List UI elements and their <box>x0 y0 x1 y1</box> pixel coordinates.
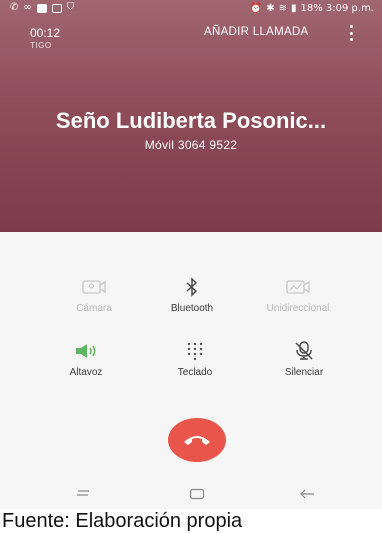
call-header: ✆ ∞ ⛉ ⏰ ✱ ≋ ▮ 18% 3:09 p.m. 00:12 TIGO A… <box>0 0 382 232</box>
recent-apps-button[interactable] <box>68 483 98 505</box>
hang-up-icon <box>184 436 210 445</box>
speaker-label: Altavoz <box>69 367 103 378</box>
camera-icon <box>80 276 108 298</box>
phone-screen: ✆ ∞ ⛉ ⏰ ✱ ≋ ▮ 18% 3:09 p.m. 00:12 TIGO A… <box>0 0 382 509</box>
contact-name: Seño Ludiberta Posonic... <box>55 108 327 133</box>
add-call-button[interactable]: AÑADIR LLAMADA <box>204 26 309 38</box>
one-way-video-button[interactable]: Unidireccional <box>248 276 348 326</box>
video-status-icon <box>36 3 47 13</box>
phone-status-icon: ✆ <box>10 2 19 13</box>
one-way-video-label: Unidireccional <box>266 303 330 314</box>
call-timer: 00:12 <box>30 26 61 40</box>
bluetooth-status-icon: ✱ <box>266 2 275 14</box>
navigation-bar <box>0 481 382 509</box>
figure-caption: Fuente: Elaboración propia <box>2 510 243 532</box>
mute-label: Silenciar <box>284 367 324 378</box>
wifi-icon: ≋ <box>278 2 287 14</box>
mute-button[interactable]: Silenciar <box>254 340 354 390</box>
recent-apps-icon <box>77 490 89 496</box>
camera-button[interactable]: Cámara <box>44 276 144 326</box>
bluetooth-button[interactable]: Bluetooth <box>142 276 242 326</box>
status-left-icons: ✆ ∞ ⛉ <box>10 3 74 13</box>
keypad-icon <box>181 340 209 362</box>
home-icon <box>189 488 205 500</box>
status-bar: ✆ ∞ ⛉ ⏰ ✱ ≋ ▮ 18% 3:09 p.m. <box>0 0 382 18</box>
alarm-icon: ⏰ <box>249 2 263 14</box>
signal-icon: ▮ <box>290 2 297 14</box>
keypad-label: Teclado <box>177 367 213 378</box>
camera-label: Cámara <box>76 303 112 314</box>
status-right-icons: ⏰ ✱ ≋ ▮ 18% 3:09 p.m. <box>250 3 374 14</box>
back-icon <box>300 489 314 499</box>
end-call-button[interactable] <box>168 418 226 462</box>
contact-number: Móvil 3064 9522 <box>144 138 238 152</box>
speaker-icon <box>72 340 100 362</box>
bluetooth-label: Bluetooth <box>170 303 214 314</box>
mute-icon <box>290 340 318 362</box>
shield-status-icon: ⛉ <box>66 2 75 13</box>
more-options-icon[interactable] <box>344 25 358 41</box>
speaker-button[interactable]: Altavoz <box>36 340 136 390</box>
bluetooth-icon <box>178 276 206 298</box>
carrier-label: TIGO <box>30 41 52 50</box>
battery-time-text: 18% 3:09 p.m. <box>300 3 375 14</box>
keypad-button[interactable]: Teclado <box>145 340 245 390</box>
home-button[interactable] <box>182 483 212 505</box>
one-way-video-icon <box>284 276 312 298</box>
back-button[interactable] <box>292 483 322 505</box>
gallery-status-icon <box>51 3 62 13</box>
voicemail-icon: ∞ <box>23 2 32 13</box>
